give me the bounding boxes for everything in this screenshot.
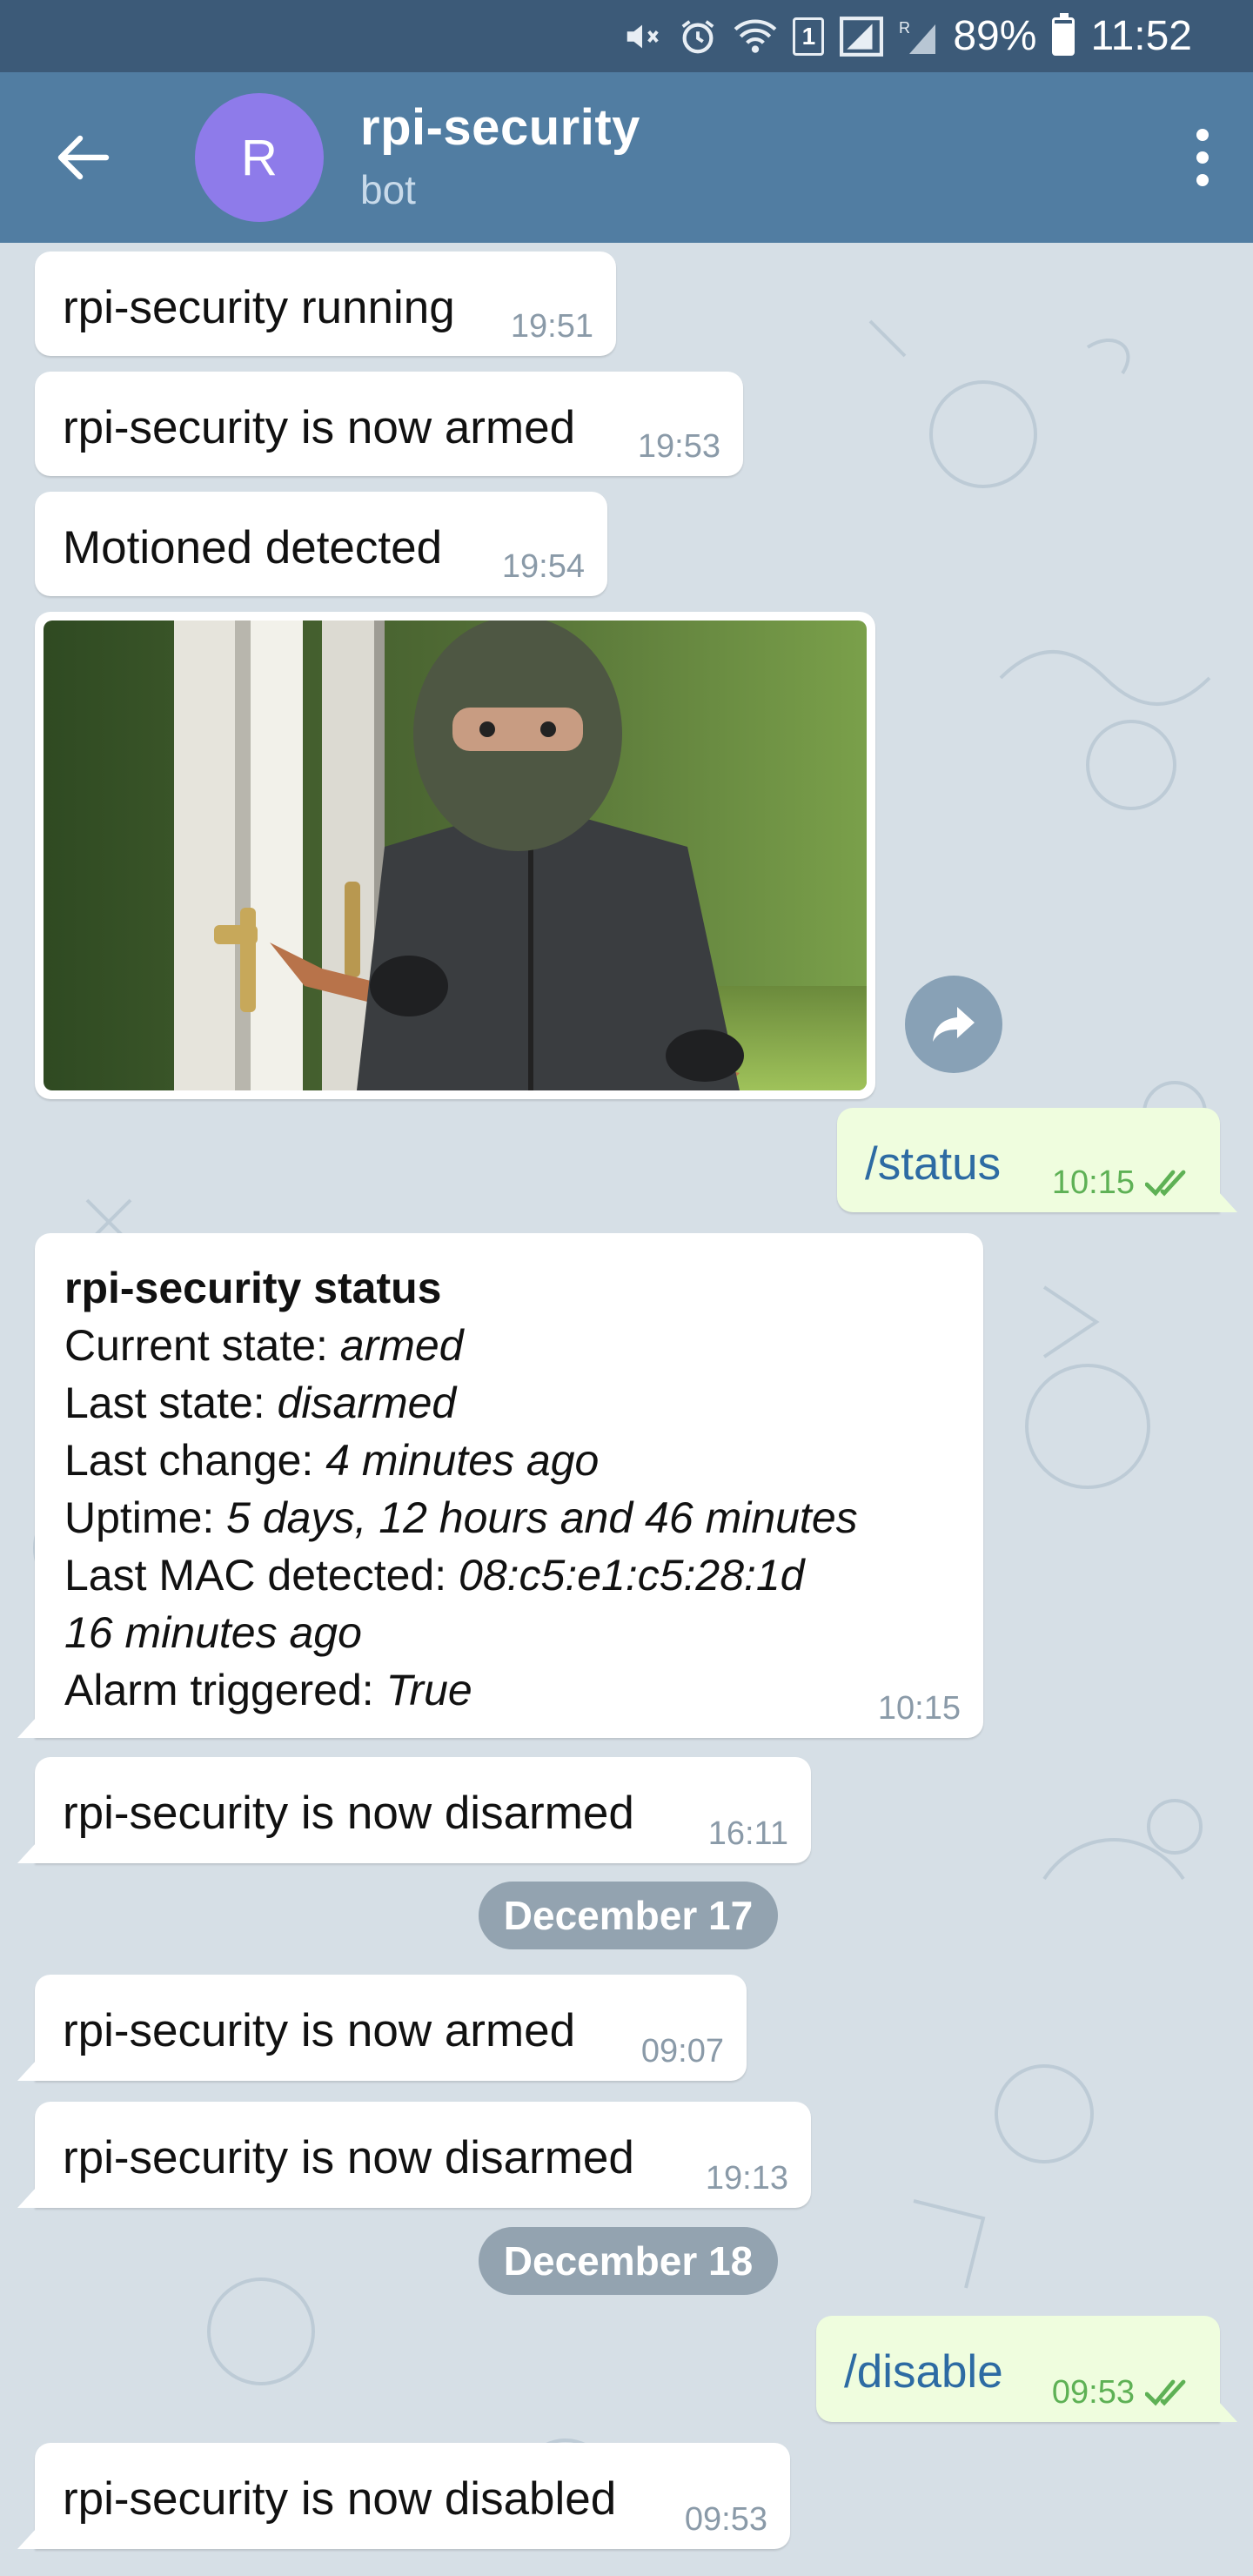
status-report: rpi-security status Current state: armed…	[64, 1259, 858, 1719]
chat-subtitle: bot	[360, 167, 416, 212]
share-icon	[933, 1007, 975, 1042]
last-change-label: Last change:	[64, 1436, 326, 1485]
mute-icon	[622, 17, 662, 57]
message-time: 19:53	[637, 428, 720, 465]
message-bubble[interactable]: rpi-security is now armed 09:07	[35, 1975, 747, 2081]
current-state-label: Current state:	[64, 1321, 340, 1370]
avatar[interactable]: R	[195, 93, 324, 222]
message-bubble[interactable]: Motioned detected 19:54	[35, 492, 607, 596]
uptime-value: 5 days, 12 hours and 46 minutes	[226, 1493, 858, 1542]
message-text: Motioned detected	[63, 522, 443, 574]
message-time: 16:11	[707, 1815, 788, 1852]
dot	[1196, 151, 1209, 164]
message-time: 09:53	[684, 2501, 767, 2538]
status-report-bubble[interactable]: rpi-security status Current state: armed…	[35, 1233, 983, 1738]
chat-title[interactable]: rpi-security	[360, 98, 640, 157]
message-text: rpi-security is now disarmed	[63, 2132, 634, 2184]
message-bubble[interactable]: rpi-security is now disabled 09:53	[35, 2443, 790, 2549]
chat-header: R rpi-security bot	[0, 72, 1253, 243]
photo-message[interactable]	[35, 612, 875, 1099]
date-separator: December 17	[479, 1882, 778, 1949]
uptime-label: Uptime:	[64, 1493, 227, 1542]
date-separator: December 18	[479, 2227, 778, 2295]
alarm-value: True	[385, 1666, 472, 1714]
message-bubble[interactable]: rpi-security is now disarmed 19:13	[35, 2102, 811, 2208]
message-bubble[interactable]: rpi-security running 19:51	[35, 252, 616, 356]
message-bubble-outgoing[interactable]: /status 10:15	[837, 1108, 1220, 1212]
message-text: /status	[865, 1138, 1002, 1190]
clock: 11:52	[1090, 13, 1192, 59]
sim-icon: 1	[793, 17, 825, 56]
mac-label: Last MAC detected:	[64, 1551, 459, 1600]
photo[interactable]	[44, 621, 867, 1090]
read-checks-icon	[1145, 1170, 1186, 1197]
message-text: rpi-security is now disabled	[63, 2473, 617, 2525]
status-bar: 1 R 89% 11:52	[0, 0, 1253, 72]
mac-ago: 16 minutes ago	[64, 1608, 362, 1657]
more-options-button[interactable]	[1178, 114, 1227, 201]
last-state-value: disarmed	[277, 1379, 457, 1427]
chat-area[interactable]: rpi-security running 19:51 rpi-security …	[0, 243, 1253, 2576]
read-checks-icon	[1145, 2379, 1186, 2406]
message-bubble-outgoing[interactable]: /disable 09:53	[816, 2316, 1220, 2422]
arrow-left-icon	[57, 135, 110, 180]
message-time: 19:51	[510, 308, 593, 345]
alarm-icon	[678, 17, 718, 57]
message-bubble[interactable]: rpi-security is now disarmed 16:11	[35, 1757, 811, 1863]
back-button[interactable]	[50, 124, 117, 191]
share-button[interactable]	[905, 976, 1002, 1073]
mac-value: 08:c5:e1:c5:28:1d	[459, 1551, 805, 1600]
last-state-label: Last state:	[64, 1379, 278, 1427]
message-time: 09:53	[1051, 2374, 1135, 2411]
wifi-icon	[734, 17, 777, 57]
message-time: 09:07	[640, 2033, 724, 2070]
message-time: 10:15	[1051, 1164, 1135, 1201]
message-time: 10:15	[877, 1690, 961, 1727]
signal-icon	[840, 16, 884, 57]
status-title: rpi-security status	[64, 1264, 442, 1312]
dot	[1196, 129, 1209, 141]
message-time: 19:54	[501, 548, 585, 585]
last-change-value: 4 minutes ago	[325, 1436, 600, 1485]
battery-icon	[1052, 12, 1075, 56]
signal-roaming-icon: R	[899, 17, 937, 57]
dot	[1196, 174, 1209, 186]
message-bubble[interactable]: rpi-security is now armed 19:53	[35, 372, 743, 476]
message-text: /disable	[844, 2346, 1003, 2398]
message-text: rpi-security is now armed	[63, 402, 576, 453]
message-text: rpi-security running	[63, 282, 455, 333]
svg-text:R: R	[899, 19, 910, 37]
alarm-label: Alarm triggered:	[64, 1666, 386, 1714]
message-time: 19:13	[705, 2160, 788, 2197]
current-state-value: armed	[339, 1321, 464, 1370]
battery-percent: 89%	[953, 13, 1037, 59]
message-text: rpi-security is now armed	[63, 2005, 576, 2056]
message-text: rpi-security is now disarmed	[63, 1788, 634, 1839]
